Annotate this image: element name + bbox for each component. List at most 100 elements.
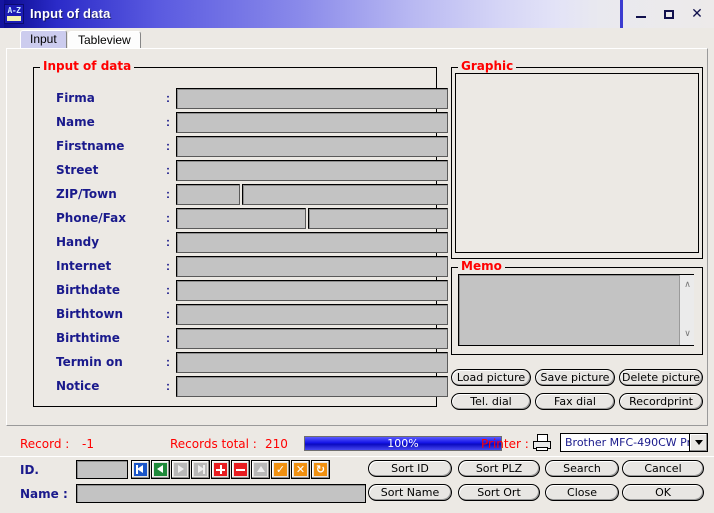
field-input-birthtown[interactable] [176, 304, 448, 325]
record-label: Record : [20, 437, 70, 451]
window-title: Input of data [30, 6, 111, 21]
field-input-birthdate[interactable] [176, 280, 448, 301]
tab-input[interactable]: Input [20, 30, 67, 48]
sort-id-button[interactable]: Sort ID [368, 460, 452, 477]
graphic-groupbox-caption: Graphic [458, 60, 517, 72]
field-colon: : [166, 355, 170, 369]
field-colon: : [166, 235, 170, 249]
nav-delete-button[interactable] [231, 460, 250, 479]
graphic-preview-area[interactable] [455, 73, 699, 253]
save-picture-button[interactable]: Save picture [535, 369, 615, 386]
nav-last-button [191, 460, 210, 479]
tel-dial-button[interactable]: Tel. dial [451, 393, 531, 410]
printer-icon[interactable] [532, 434, 552, 452]
field-input-termin-on[interactable] [176, 352, 448, 373]
tab-strip: Input Tableview [0, 28, 714, 48]
field-input-phone-fax-a[interactable] [176, 208, 306, 229]
minimize-button[interactable] [634, 7, 648, 21]
printer-select[interactable]: Brother MFC-490CW Pr [560, 433, 708, 452]
az-sort-icon-bar [7, 16, 21, 21]
field-label-name: Name [56, 115, 95, 129]
field-label-handy: Handy [56, 235, 100, 249]
nav-post-icon: ✓ [274, 463, 287, 476]
field-input-handy[interactable] [176, 232, 448, 253]
nav-next-button [171, 460, 190, 479]
tab-tableview[interactable]: Tableview [68, 31, 141, 48]
main-panel: Input of data Firma: Name: Firstname: Stree… [6, 48, 708, 426]
chevron-down-icon[interactable] [689, 434, 707, 451]
az-sort-icon: A-Z [4, 4, 24, 24]
field-label-birthtown: Birthtown [56, 307, 124, 321]
field-label-firstname: Firstname [56, 139, 125, 153]
nav-first-button[interactable] [131, 460, 150, 479]
id-input[interactable] [76, 460, 128, 479]
fax-dial-button[interactable]: Fax dial [535, 393, 615, 410]
field-input-internet[interactable] [176, 256, 448, 277]
field-colon: : [166, 283, 170, 297]
field-label-termin-on: Termin on [56, 355, 123, 369]
nav-insert-button[interactable] [211, 460, 230, 479]
field-colon: : [166, 91, 170, 105]
nav-cancel-icon: ✕ [294, 463, 307, 476]
field-colon: : [166, 259, 170, 273]
field-colon: : [166, 187, 170, 201]
nav-next-icon [174, 463, 187, 476]
memo-scrollbar[interactable]: ∧ ∨ [679, 275, 694, 345]
nav-refresh-icon: ↻ [314, 463, 327, 476]
field-colon: : [166, 307, 170, 321]
titlebar-divider [620, 0, 623, 28]
nav-post-button[interactable]: ✓ [271, 460, 290, 479]
field-label-internet: Internet [56, 259, 112, 273]
az-sort-icon-text: A-Z [7, 6, 21, 15]
close-button[interactable]: Close [545, 484, 619, 501]
sort-name-button[interactable]: Sort Name [368, 484, 452, 501]
field-input-firstname[interactable] [176, 136, 448, 157]
printer-select-value: Brother MFC-490CW Pr [565, 436, 689, 449]
ok-button[interactable]: OK [622, 484, 704, 501]
nav-refresh-button[interactable]: ↻ [311, 460, 330, 479]
field-label-birthdate: Birthdate [56, 283, 121, 297]
scroll-up-icon[interactable]: ∧ [680, 279, 695, 292]
nav-edit-button [251, 460, 270, 479]
sort-plz-button[interactable]: Sort PLZ [458, 460, 540, 477]
search-button[interactable]: Search [545, 460, 619, 477]
sort-ort-button[interactable]: Sort Ort [458, 484, 540, 501]
field-input-street[interactable] [176, 160, 448, 181]
records-total-label: Records total : [170, 437, 257, 451]
cancel-button[interactable]: Cancel [622, 460, 704, 477]
load-picture-button[interactable]: Load picture [451, 369, 531, 386]
progress-bar-text: 100% [387, 437, 419, 450]
delete-picture-button[interactable]: Delete picture [619, 369, 703, 386]
title-bar: A-Z Input of data ✕ [0, 0, 714, 28]
field-colon: : [166, 115, 170, 129]
field-input-birthtime[interactable] [176, 328, 448, 349]
field-label-phone-fax: Phone/Fax [56, 211, 126, 225]
field-input-zip-town-b[interactable] [242, 184, 448, 205]
memo-textarea[interactable] [458, 274, 694, 346]
field-input-zip-town-a[interactable] [176, 184, 240, 205]
name-label: Name : [20, 487, 68, 501]
field-label-notice: Notice [56, 379, 100, 393]
input-groupbox: Input of data Firma: Name: Firstname: Stree… [33, 60, 448, 407]
recordprint-button[interactable]: Recordprint [619, 393, 703, 410]
scroll-down-icon[interactable]: ∨ [680, 328, 695, 341]
memo-groupbox-caption: Memo [458, 260, 505, 272]
field-label-firma: Firma [56, 91, 95, 105]
field-colon: : [166, 331, 170, 345]
nav-prior-button[interactable] [151, 460, 170, 479]
field-input-notice[interactable] [176, 376, 448, 397]
field-label-street: Street [56, 163, 99, 177]
nav-prior-icon [154, 463, 167, 476]
field-colon: : [166, 163, 170, 177]
field-input-firma[interactable] [176, 88, 448, 109]
maximize-button[interactable] [662, 7, 676, 21]
close-icon[interactable]: ✕ [690, 7, 704, 21]
field-input-name[interactable] [176, 112, 448, 133]
records-total-value: 210 [265, 437, 288, 451]
nav-delete-icon [234, 463, 247, 476]
printer-label: Printer : [481, 437, 529, 451]
field-input-phone-fax-b[interactable] [308, 208, 448, 229]
name-input[interactable] [76, 484, 366, 503]
nav-last-icon [194, 463, 207, 476]
nav-cancel-button[interactable]: ✕ [291, 460, 310, 479]
